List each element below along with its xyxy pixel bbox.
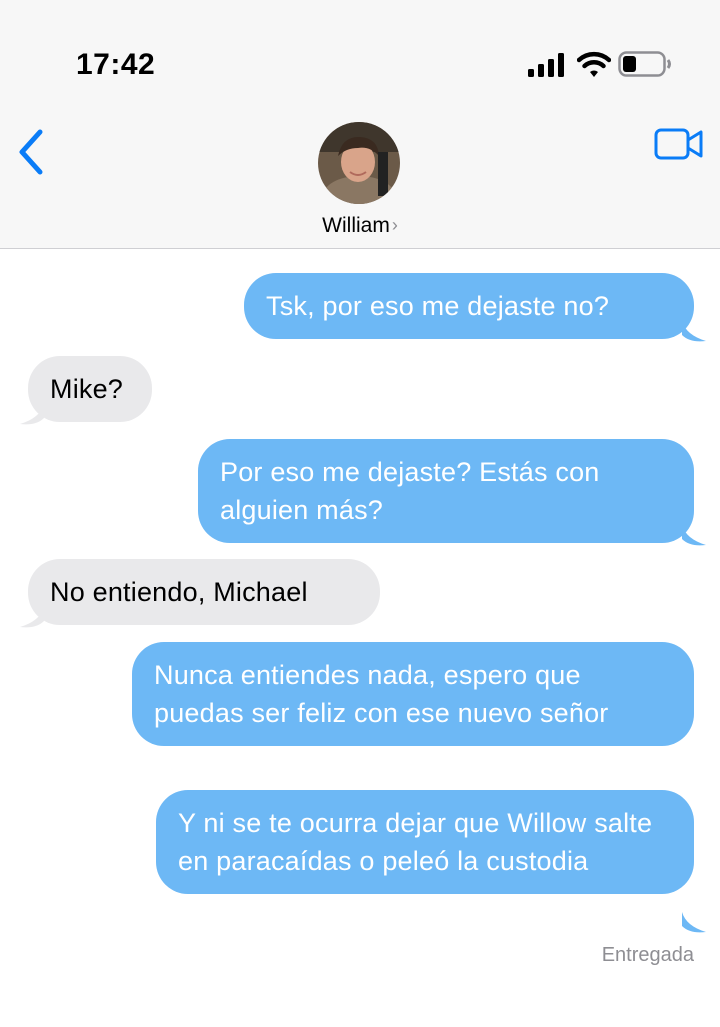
message-text: Tsk, por eso me dejaste no?: [266, 291, 610, 321]
message-text: Nunca entiendes nada, espero que puedas …: [154, 660, 609, 728]
message-bubble-sent[interactable]: Y ni se te ocurra dejar que Willow salte…: [156, 790, 694, 894]
bubble-tail: [682, 321, 706, 342]
message-bubble-sent[interactable]: Por eso me dejaste? Estás con alguien má…: [198, 439, 694, 543]
contact-avatar[interactable]: [318, 122, 400, 204]
message-text: Por eso me dejaste? Estás con alguien má…: [220, 457, 600, 525]
conversation-header: 17:42 William ›: [0, 0, 720, 249]
status-time: 17:42: [76, 48, 156, 81]
video-call-icon[interactable]: [654, 128, 704, 162]
bubble-tail: [682, 525, 706, 546]
message-bubble-received[interactable]: No entiendo, Michael: [28, 559, 380, 625]
back-chevron-icon[interactable]: [16, 128, 46, 176]
message-text: No entiendo, Michael: [50, 577, 308, 607]
message-bubble-received[interactable]: Mike?: [28, 356, 152, 422]
wifi-icon: [577, 51, 611, 77]
message-text: Mike?: [50, 374, 124, 404]
bubble-tail: [20, 607, 44, 628]
bubble-tail: [682, 912, 706, 933]
contact-name: William: [322, 214, 390, 237]
battery-icon: [618, 51, 671, 77]
bubble-tail: [20, 404, 44, 425]
cellular-signal-icon: [528, 53, 564, 77]
message-bubble-sent[interactable]: Tsk, por eso me dejaste no?: [244, 273, 694, 339]
message-bubble-sent[interactable]: Nunca entiendes nada, espero que puedas …: [132, 642, 694, 746]
contact-name-button[interactable]: William ›: [0, 214, 720, 238]
delivery-status: Entregada: [601, 944, 694, 966]
chevron-right-icon: ›: [391, 215, 398, 235]
message-text: Y ni se te ocurra dejar que Willow salte…: [178, 808, 653, 876]
